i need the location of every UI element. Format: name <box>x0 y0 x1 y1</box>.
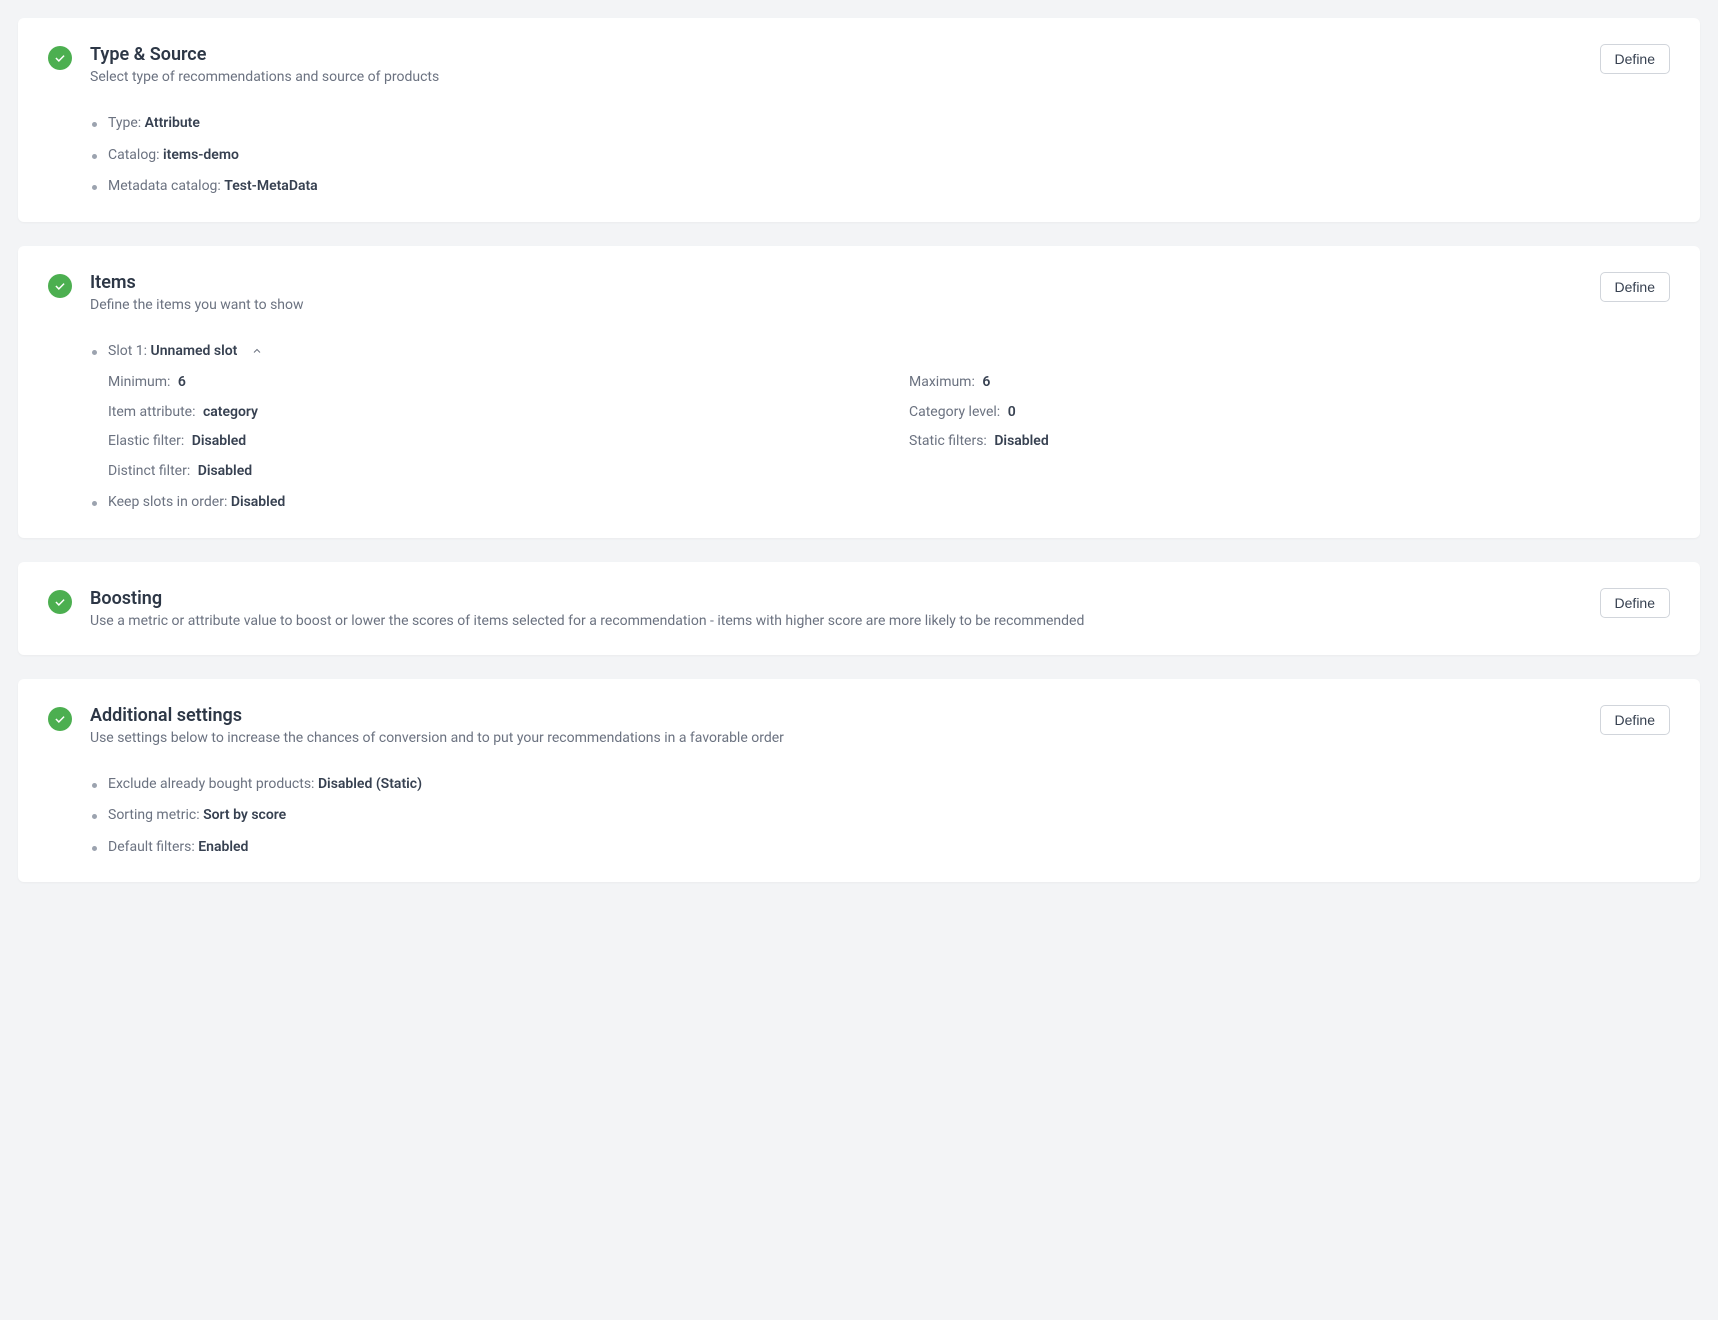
list-item: Sorting metric: Sort by score <box>90 807 1670 825</box>
slot-prop-static-filters: Static filters: Disabled <box>909 433 1670 451</box>
chevron-up-icon[interactable] <box>251 345 263 357</box>
additional-settings-card: Additional settings Use settings below t… <box>18 679 1700 883</box>
value: Disabled (Static) <box>318 776 422 792</box>
label: Maximum: <box>909 374 975 390</box>
card-head-text: Additional settings Use settings below t… <box>90 705 1580 746</box>
value: Disabled <box>994 433 1048 449</box>
slot-prop-maximum: Maximum: 6 <box>909 374 1670 392</box>
value: Test-MetaData <box>224 178 317 194</box>
boosting-card: Boosting Use a metric or attribute value… <box>18 562 1700 655</box>
label: Type: <box>108 115 145 131</box>
card-head-text: Boosting Use a metric or attribute value… <box>90 588 1580 629</box>
value: Disabled <box>231 494 285 510</box>
value: Enabled <box>198 839 248 855</box>
list-item: Default filters: Enabled <box>90 839 1670 857</box>
label: Catalog: <box>108 147 163 163</box>
check-circle-icon <box>48 46 72 70</box>
card-head: Additional settings Use settings below t… <box>48 705 1670 746</box>
section-title: Type & Source <box>90 44 1580 65</box>
value: 6 <box>982 374 990 390</box>
label: Distinct filter: <box>108 463 190 479</box>
list-item: Metadata catalog: Test-MetaData <box>90 178 1670 196</box>
label: Minimum: <box>108 374 170 390</box>
list-item: Catalog: items-demo <box>90 147 1670 165</box>
summary-list: Type: Attribute Catalog: items-demo Meta… <box>90 115 1670 196</box>
define-button[interactable]: Define <box>1600 44 1670 74</box>
value: items-demo <box>163 147 239 163</box>
slot-name: Unnamed slot <box>151 343 238 359</box>
card-head: Boosting Use a metric or attribute value… <box>48 588 1670 629</box>
card-body: Slot 1: Unnamed slot Minimum: 6 Maximum:… <box>90 343 1670 512</box>
slot-prop-distinct-filter: Distinct filter: Disabled <box>108 463 869 481</box>
card-head: Items Define the items you want to show … <box>48 272 1670 313</box>
define-button[interactable]: Define <box>1600 272 1670 302</box>
section-subtitle: Use settings below to increase the chanc… <box>90 730 1580 746</box>
card-head-text: Items Define the items you want to show <box>90 272 1580 313</box>
list-item: Exclude already bought products: Disable… <box>90 776 1670 794</box>
slot-details: Minimum: 6 Maximum: 6 Item attribute: ca… <box>108 374 1670 480</box>
section-title: Boosting <box>90 588 1580 609</box>
value: 6 <box>178 374 186 390</box>
slot-prop-elastic-filter: Elastic filter: Disabled <box>108 433 869 451</box>
card-body: Exclude already bought products: Disable… <box>90 776 1670 857</box>
check-circle-icon <box>48 274 72 298</box>
label: Slot 1: <box>108 343 151 359</box>
items-card: Items Define the items you want to show … <box>18 246 1700 538</box>
slot-prop-category-level: Category level: 0 <box>909 404 1670 422</box>
value: Disabled <box>192 433 246 449</box>
slot-list-item: Slot 1: Unnamed slot Minimum: 6 Maximum:… <box>90 343 1670 481</box>
label: Elastic filter: <box>108 433 184 449</box>
slot-prop-item-attribute: Item attribute: category <box>108 404 869 422</box>
slot-prop-minimum: Minimum: 6 <box>108 374 869 392</box>
value: 0 <box>1008 404 1016 420</box>
value: category <box>203 404 258 420</box>
card-head: Type & Source Select type of recommendat… <box>48 44 1670 85</box>
value: Disabled <box>198 463 252 479</box>
card-body: Type: Attribute Catalog: items-demo Meta… <box>90 115 1670 196</box>
list-item: Type: Attribute <box>90 115 1670 133</box>
check-circle-icon <box>48 707 72 731</box>
section-title: Additional settings <box>90 705 1580 726</box>
value: Sort by score <box>203 807 286 823</box>
label: Category level: <box>909 404 1000 420</box>
label: Sorting metric: <box>108 807 203 823</box>
label: Exclude already bought products: <box>108 776 318 792</box>
check-circle-icon <box>48 590 72 614</box>
value: Attribute <box>145 115 200 131</box>
label: Keep slots in order: <box>108 494 231 510</box>
define-button[interactable]: Define <box>1600 705 1670 735</box>
type-source-card: Type & Source Select type of recommendat… <box>18 18 1700 222</box>
define-button[interactable]: Define <box>1600 588 1670 618</box>
card-head-text: Type & Source Select type of recommendat… <box>90 44 1580 85</box>
section-subtitle: Define the items you want to show <box>90 297 1580 313</box>
label: Default filters: <box>108 839 198 855</box>
section-title: Items <box>90 272 1580 293</box>
list-item: Keep slots in order: Disabled <box>90 494 1670 512</box>
label: Static filters: <box>909 433 987 449</box>
summary-list: Slot 1: Unnamed slot Minimum: 6 Maximum:… <box>90 343 1670 512</box>
label: Metadata catalog: <box>108 178 224 194</box>
summary-list: Exclude already bought products: Disable… <box>90 776 1670 857</box>
section-subtitle: Select type of recommendations and sourc… <box>90 69 1580 85</box>
section-subtitle: Use a metric or attribute value to boost… <box>90 613 1580 629</box>
label: Item attribute: <box>108 404 195 420</box>
